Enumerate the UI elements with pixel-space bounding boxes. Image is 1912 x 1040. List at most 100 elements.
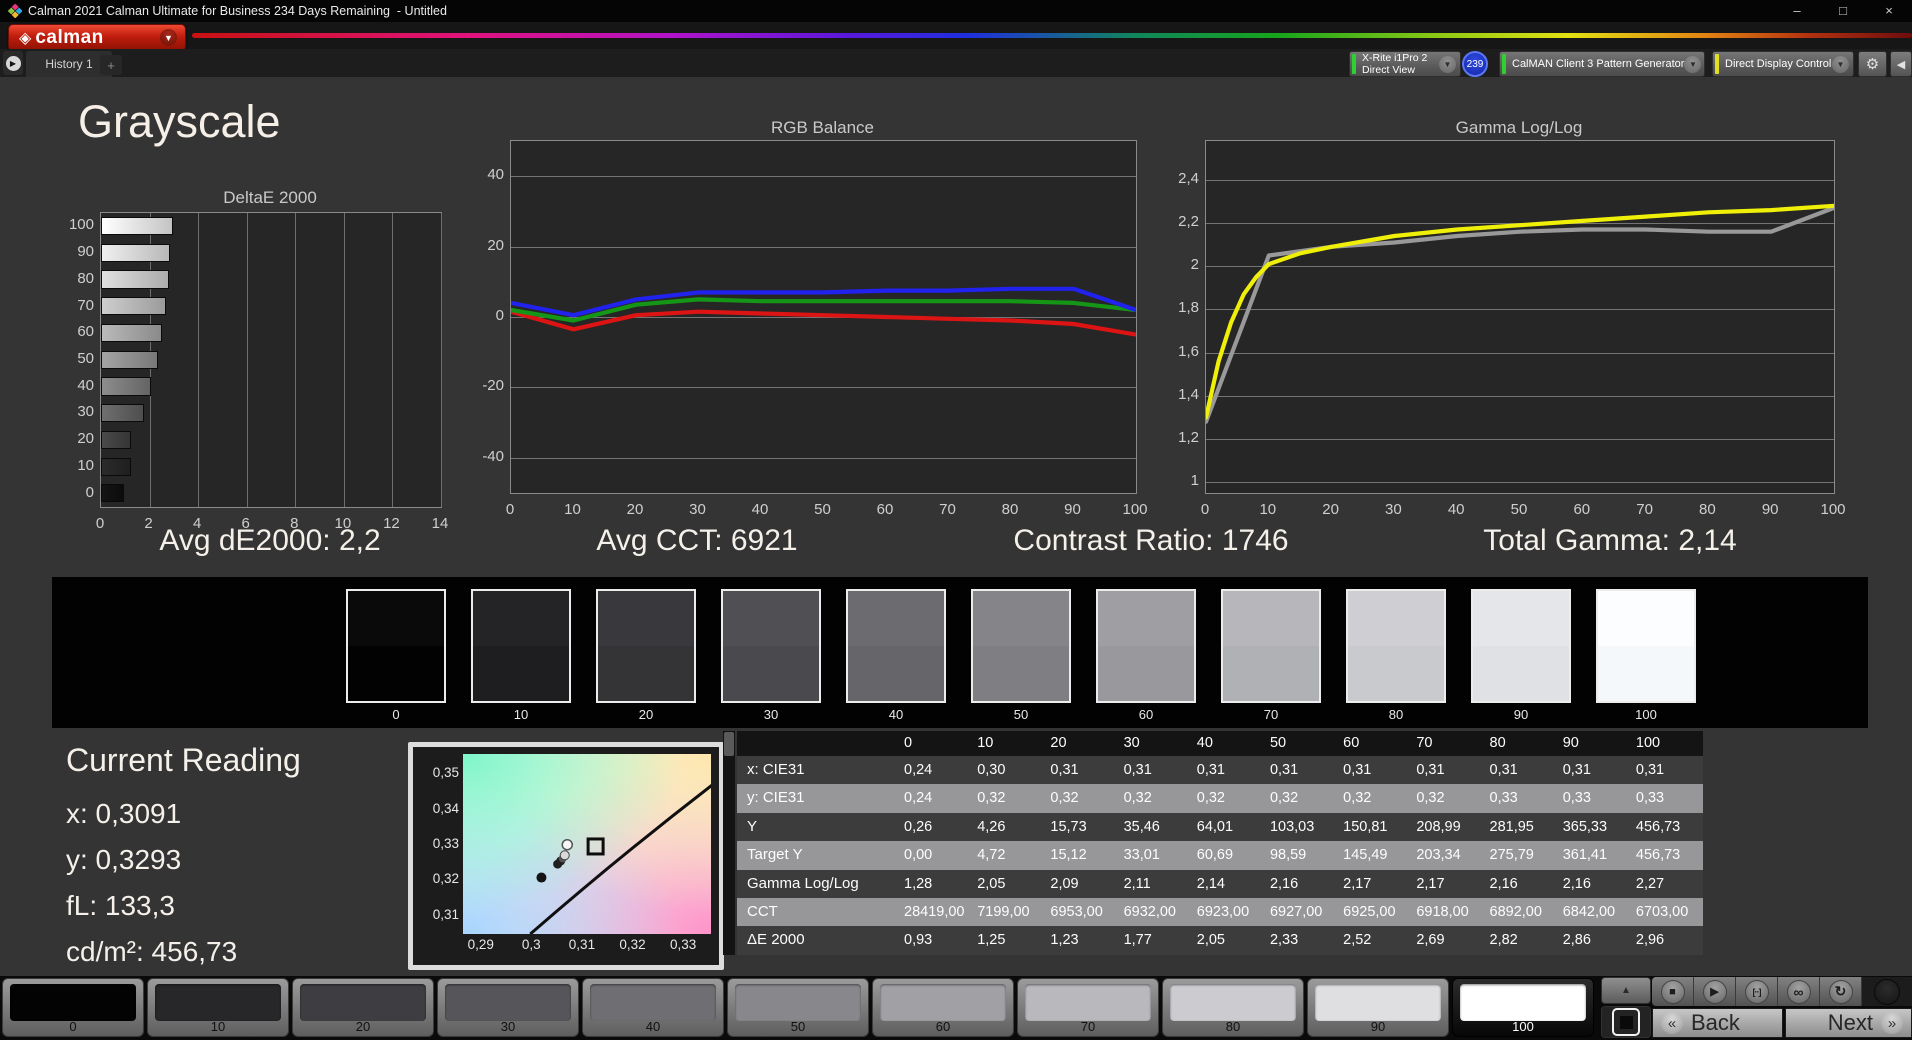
pattern-level-button-80[interactable]: 80 xyxy=(1162,978,1304,1037)
rgb_balance-series-red xyxy=(511,309,1136,337)
table-cell: 208,99 xyxy=(1416,818,1461,835)
cie-measurement-point xyxy=(536,872,547,883)
pattern-level-button-20[interactable]: 20 xyxy=(292,978,434,1037)
current-reading-title: Current Reading xyxy=(66,742,301,778)
gamma-xtick: 100 xyxy=(1820,501,1846,518)
add-tab-button[interactable]: + xyxy=(100,55,122,75)
rgb_balance-xtick: 30 xyxy=(689,501,706,518)
pattern-level-label: 70 xyxy=(1080,1019,1096,1034)
pattern-scroll-up-button[interactable]: ▲ xyxy=(1601,977,1651,1004)
display-control-dropdown[interactable]: Direct Display Control ▼ xyxy=(1712,51,1854,77)
pattern-level-swatch xyxy=(590,984,716,1021)
table-row: x: CIE31 0,24 0,30 0,31 0,31 0,31 0,31 0,31 0,31… xyxy=(737,756,1703,785)
gamma-series-svg xyxy=(1206,203,1834,424)
deltae-bar-30 xyxy=(101,404,144,423)
rgb_balance-chart-title: RGB Balance xyxy=(771,118,874,137)
table-cell: 0,32 xyxy=(1123,790,1152,807)
play-button[interactable]: ▶ xyxy=(1694,977,1736,1006)
pattern-level-button-30[interactable]: 30 xyxy=(437,978,579,1037)
gamma-xtick: 20 xyxy=(1322,501,1339,518)
swatch-100 xyxy=(1596,589,1696,703)
pattern-level-button-10[interactable]: 10 xyxy=(147,978,289,1037)
gamma-xtick: 90 xyxy=(1761,501,1779,518)
measurement-table: 0 10 20 30 40 50 60 70 80 90 100 x: CIE31 0,24 0,30 0,… xyxy=(737,731,1703,955)
deltae-ytick: 10 xyxy=(77,456,94,474)
pattern-level-label: 0 xyxy=(69,1019,77,1034)
table-cell: 6953,00 xyxy=(1050,903,1103,920)
row-label: Gamma Log/Log xyxy=(747,874,859,892)
deltae-ytick: 80 xyxy=(77,269,94,287)
pattern-level-button-0[interactable]: 0 xyxy=(2,978,144,1037)
settings-button[interactable]: ⚙ xyxy=(1858,51,1887,77)
pattern-level-button-100[interactable]: 100 xyxy=(1452,978,1594,1037)
table-scrollbar[interactable] xyxy=(723,731,735,955)
pattern-level-button-60[interactable]: 60 xyxy=(872,978,1014,1037)
deltae-ytick: 50 xyxy=(77,350,94,367)
pattern-dropdown-label: CalMAN Client 3 Pattern Generator xyxy=(1512,58,1685,70)
tab-expander-button[interactable]: ▶ xyxy=(3,51,23,75)
table-row: CCT 28419,00 7199,00 6953,00 6932,00 6923,00 6… xyxy=(737,897,1703,927)
pattern-window-button[interactable]: [··] xyxy=(1736,977,1778,1006)
swatch-target-half xyxy=(1598,646,1694,701)
swatch-target-half xyxy=(1098,646,1194,701)
gamma-xtick: 70 xyxy=(1636,501,1653,518)
cie-points-svg xyxy=(529,784,711,934)
swatch-label: 100 xyxy=(1635,707,1657,722)
cie-ytick: 0,32 xyxy=(432,871,459,887)
continuous-button[interactable]: ∞ xyxy=(1778,977,1820,1006)
meter-dropdown[interactable]: X-Rite i1Pro 2 Direct View ▼ xyxy=(1349,51,1461,77)
cie-chart-panel: 0,35 0,34 0,33 0,32 0,31 0,29 0,3 0,31 0,32 0,33 xyxy=(408,742,724,970)
table-cell: 2,86 xyxy=(1562,932,1591,949)
gridline xyxy=(246,213,248,507)
stop-button[interactable]: ■ xyxy=(1652,977,1694,1006)
pattern-level-label: 90 xyxy=(1370,1019,1386,1034)
swatch-target-half xyxy=(1223,646,1319,701)
table-cell: 0,32 xyxy=(1343,790,1372,807)
table-cell: 203,34 xyxy=(1416,847,1461,864)
pattern-window-button[interactable] xyxy=(1601,1006,1651,1038)
table-cell: 0,33 xyxy=(1562,790,1591,807)
back-button[interactable]: « Back xyxy=(1652,1008,1783,1038)
table-cell: 2,96 xyxy=(1635,932,1665,949)
swatch-target-half xyxy=(473,646,569,701)
minimize-button[interactable]: – xyxy=(1774,0,1820,22)
table-col-header-20: 20 xyxy=(1050,735,1067,751)
meter-reading-badge[interactable]: 239 xyxy=(1462,51,1488,77)
cie-target-square xyxy=(586,837,605,856)
table-cell: 15,73 xyxy=(1050,818,1087,835)
close-button[interactable]: × xyxy=(1866,0,1912,22)
table-cell: 4,72 xyxy=(977,847,1006,864)
swatch-80 xyxy=(1346,589,1446,703)
pattern-level-swatch xyxy=(1460,984,1586,1021)
table-cell: 33,01 xyxy=(1123,847,1160,864)
gamma-xtick: 40 xyxy=(1447,501,1465,518)
rgb_balance-ytick: 40 xyxy=(487,166,504,184)
pattern-level-button-50[interactable]: 50 xyxy=(727,978,869,1037)
refresh-icon: ↻ xyxy=(1828,979,1853,1004)
next-button[interactable]: Next » xyxy=(1785,1008,1912,1038)
meter-status-panel xyxy=(1862,977,1912,1006)
table-cell: 4,26 xyxy=(977,818,1006,835)
current-reading-y: y: 0,3293 xyxy=(66,844,182,875)
rgb_balance-xtick: 10 xyxy=(564,501,581,518)
table-cell: 6703,00 xyxy=(1635,903,1689,920)
cie-xtick: 0,31 xyxy=(568,937,596,952)
calman-menu-button[interactable]: ◈ calman ▼ xyxy=(8,24,186,51)
pattern-level-button-70[interactable]: 70 xyxy=(1017,978,1159,1037)
brand-band: ◈ calman ▼ xyxy=(0,22,1912,51)
rgb_balance-xtick: 20 xyxy=(626,501,644,518)
table-cell: 1,23 xyxy=(1050,932,1079,949)
table-scrollbar-thumb[interactable] xyxy=(724,732,734,756)
rgb_balance-xtick: 0 xyxy=(505,501,515,518)
collapse-panel-button[interactable]: ◀ xyxy=(1890,51,1912,77)
table-row: ΔE 2000 0,93 1,25 1,23 1,77 2,05 2,33 2,52 2,69 2… xyxy=(737,926,1703,955)
pattern-level-button-40[interactable]: 40 xyxy=(582,978,724,1037)
maximize-button[interactable]: □ xyxy=(1820,0,1866,22)
pattern-level-button-90[interactable]: 90 xyxy=(1307,978,1449,1037)
table-cell: 15,12 xyxy=(1050,847,1087,864)
rgb_balance-xtick: 100 xyxy=(1122,501,1148,518)
table-cell: 0,24 xyxy=(904,762,933,778)
swatch-target-half xyxy=(348,646,444,701)
pattern-generator-dropdown[interactable]: CalMAN Client 3 Pattern Generator ▼ xyxy=(1499,51,1705,77)
refresh-button[interactable]: ↻ xyxy=(1820,977,1862,1006)
